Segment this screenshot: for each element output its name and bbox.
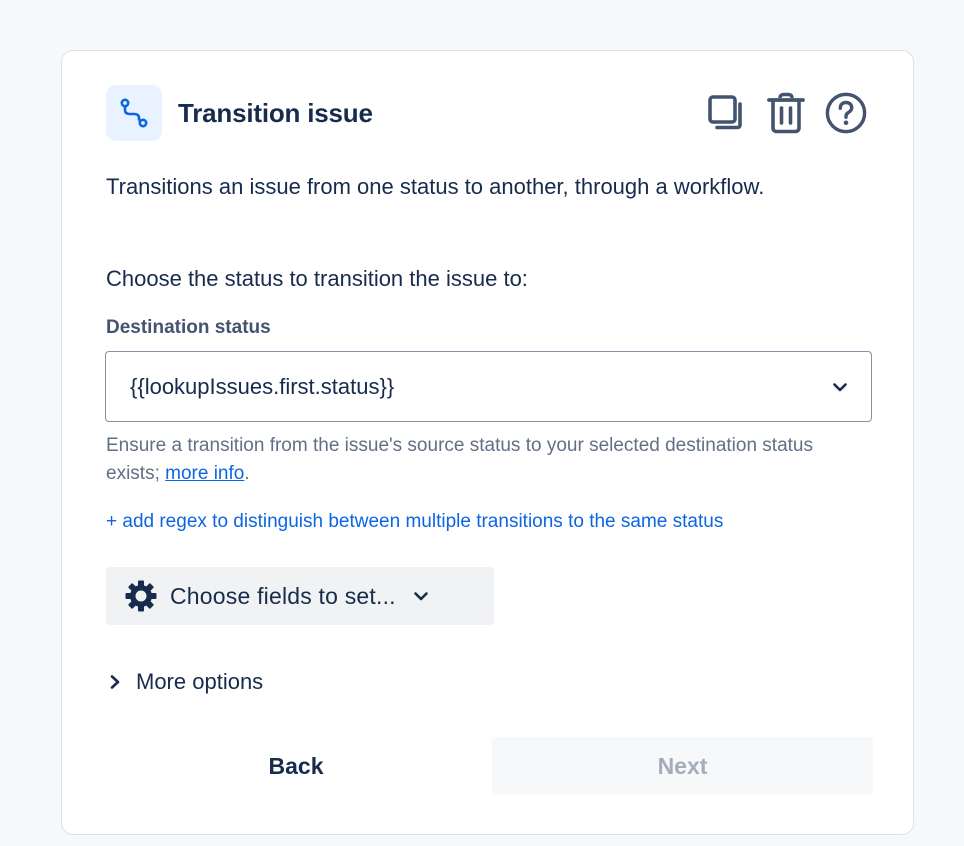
gear-icon xyxy=(124,579,158,613)
transition-issue-panel: Transition issue Transitions an issue fr… xyxy=(61,50,914,835)
panel-header: Transition issue xyxy=(106,85,867,141)
status-prompt: Choose the status to transition the issu… xyxy=(106,266,528,291)
chevron-down-icon xyxy=(412,587,430,605)
choose-fields-label: Choose fields to set... xyxy=(170,582,396,609)
help-icon[interactable] xyxy=(825,92,867,134)
transition-route-icon xyxy=(106,85,162,141)
destination-status-value: {{lookupIssues.first.status}} xyxy=(130,373,395,399)
more-info-link[interactable]: more info xyxy=(165,463,244,484)
header-actions xyxy=(705,92,867,134)
more-options-toggle[interactable]: More options xyxy=(108,669,263,695)
chevron-right-icon xyxy=(108,673,122,691)
next-button[interactable]: Next xyxy=(492,737,873,795)
chevron-down-icon xyxy=(831,378,849,396)
copy-icon[interactable] xyxy=(705,92,747,134)
destination-status-label: Destination status xyxy=(106,317,271,338)
destination-status-select[interactable]: {{lookupIssues.first.status}} xyxy=(105,351,872,422)
choose-fields-button[interactable]: Choose fields to set... xyxy=(106,567,494,625)
panel-title: Transition issue xyxy=(178,97,373,128)
panel-description: Transitions an issue from one status to … xyxy=(106,174,765,199)
trash-icon[interactable] xyxy=(765,92,807,134)
add-regex-link[interactable]: + add regex to distinguish between multi… xyxy=(106,511,723,533)
more-options-label: More options xyxy=(136,669,264,694)
back-button[interactable]: Back xyxy=(106,737,486,795)
destination-helper-text: Ensure a transition from the issue's sou… xyxy=(106,432,846,488)
helper-end: . xyxy=(244,463,250,484)
